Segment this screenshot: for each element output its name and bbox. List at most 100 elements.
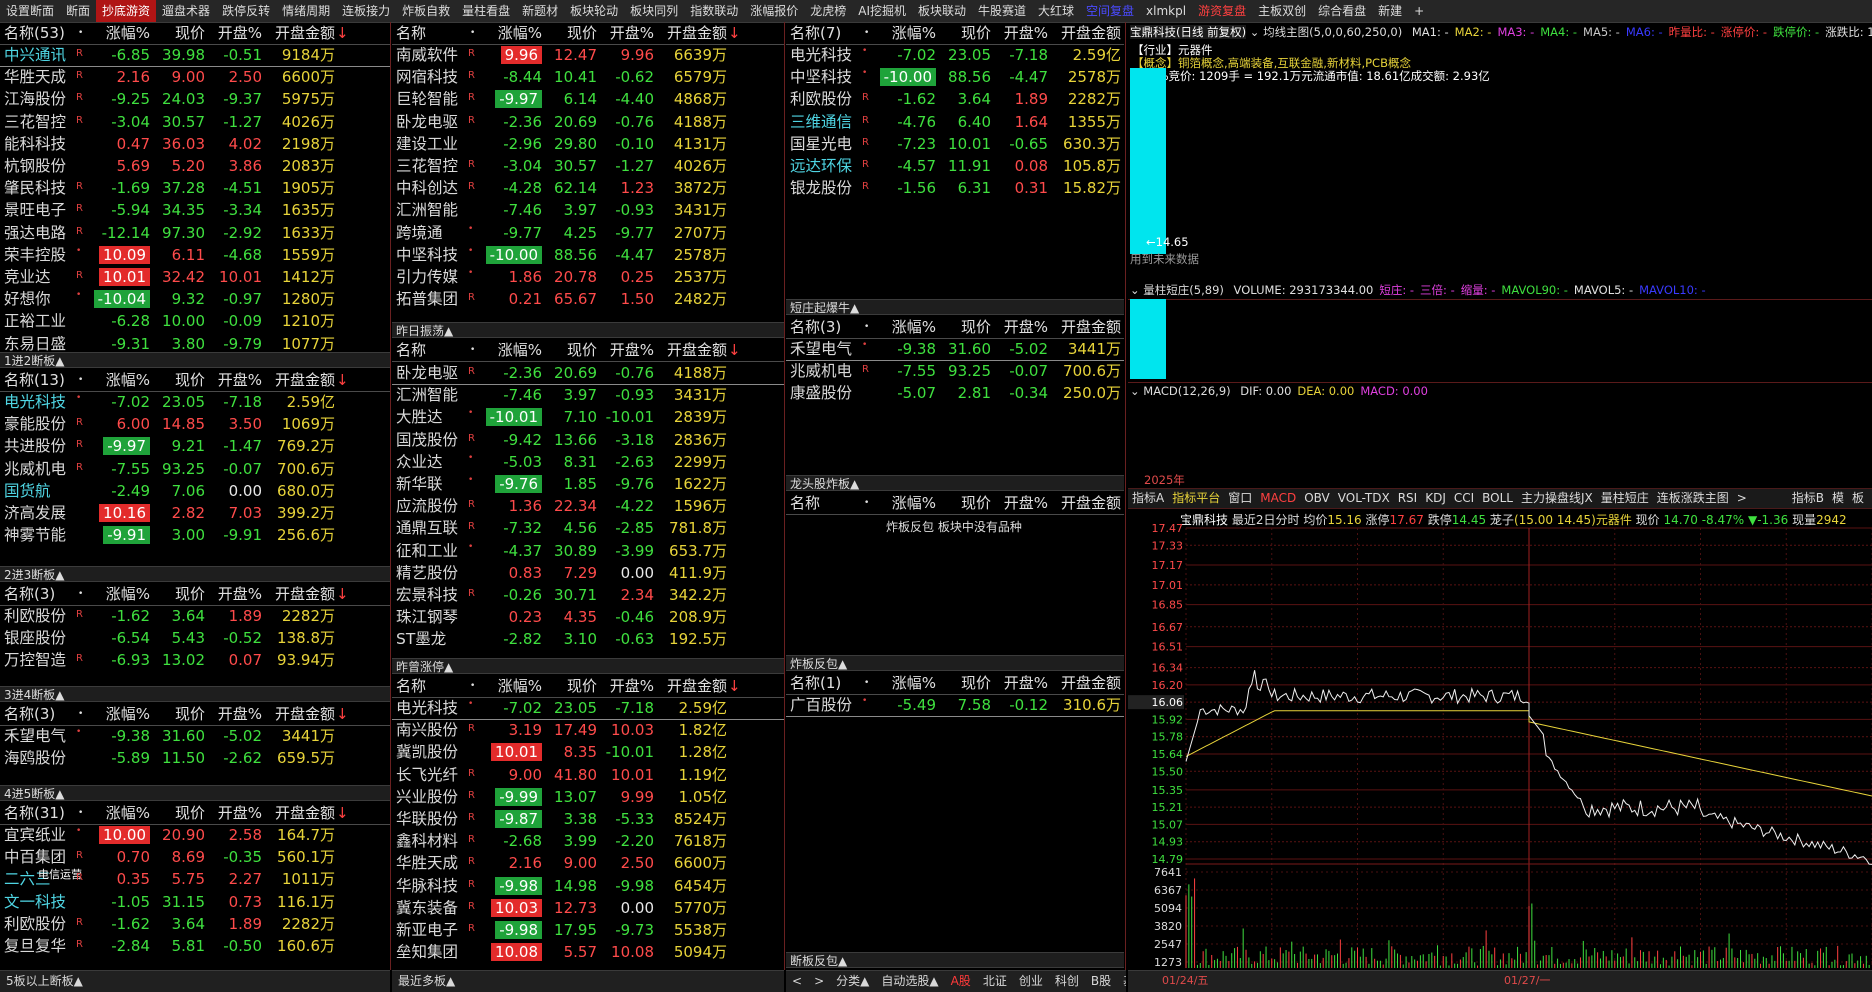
toolbar-tab[interactable]: 涨幅报价 [744, 0, 804, 22]
toolbar-tab[interactable]: 板块轮动 [564, 0, 624, 22]
kline-dropdown-icon[interactable]: ⌄ [1250, 25, 1260, 39]
stock-name[interactable]: 珠江钢琴 [396, 606, 458, 628]
table-row[interactable]: 中兴通讯 R -6.85 39.98 -0.51 9184万 [0, 44, 390, 67]
bottom-tab[interactable]: 自动选股▲ [875, 971, 944, 991]
toolbar-tab[interactable]: AI挖掘机 [852, 0, 912, 22]
table-row[interactable]: 海鸥股份 -5.89 11.50 -2.62 659.5万 [0, 747, 390, 769]
section-header[interactable]: 5板以上断板▲ [0, 971, 89, 991]
stock-name[interactable]: 国茂股份 [396, 429, 458, 451]
section-header[interactable]: 炸板反包▲ [786, 655, 1124, 671]
stock-name[interactable]: 神雾节能 [4, 524, 66, 546]
stock-name[interactable]: 华胜天成 [4, 66, 66, 88]
table-row[interactable]: 长飞光纤 R 9.00 41.80 10.01 1.19亿 [392, 764, 784, 786]
table-row[interactable]: 济高发展 10.16 2.82 7.03 399.2万 [0, 502, 390, 524]
sort-arrow-icon[interactable]: ↓ [1122, 22, 1124, 44]
table-row[interactable]: 引力传媒 • 1.86 20.78 0.25 2537万 [392, 266, 784, 288]
indicator-tab[interactable]: 指标B [1788, 489, 1828, 508]
indicator-tab[interactable]: 主力操盘线JX [1517, 489, 1597, 508]
stock-name[interactable]: 引力传媒 [396, 266, 458, 288]
header-change[interactable]: 涨幅% [484, 675, 542, 697]
stock-name[interactable]: 众业达 [396, 451, 443, 473]
toolbar-tab[interactable]: 大红球 [1032, 0, 1080, 22]
header-name[interactable]: 名称(53) [4, 22, 65, 44]
table-row[interactable]: 国茂股份 R -9.42 13.66 -3.18 2836万 [392, 429, 784, 451]
stock-name[interactable]: 华脉科技 [396, 875, 458, 897]
table-row[interactable]: 卧龙电驱 R -2.36 20.69 -0.76 4188万 [392, 111, 784, 133]
stock-name[interactable]: 肇民科技 [4, 177, 66, 199]
table-row[interactable]: 江海股份 R -9.25 24.03 -9.37 5975万 [0, 88, 390, 110]
header-amount[interactable]: 开盘金额 [1048, 672, 1121, 694]
minute-chart-svg[interactable]: 17.47 17.33 17.17 17.01 16.85 16.67 16.51 16.34… [1128, 508, 1872, 970]
table-row[interactable]: 文一科技 -1.05 31.15 0.73 116.1万 [0, 891, 390, 913]
stock-name[interactable]: 电光科技 [790, 44, 852, 66]
stock-name[interactable]: 中百集团 [4, 846, 66, 868]
toolbar-tab[interactable]: 断面 [60, 0, 96, 22]
table-row[interactable]: 新华联 • -9.76 1.85 -9.76 1622万 [392, 473, 784, 495]
header-name[interactable]: 名称(3) [4, 703, 55, 725]
indicator-tab[interactable]: 指标A [1128, 489, 1168, 508]
table-row[interactable]: 中坚科技 • -10.00 88.56 -4.47 2578万 [392, 244, 784, 266]
header-name[interactable]: 名称(31) [4, 802, 65, 824]
stock-name[interactable]: 卧龙电驱 [396, 362, 458, 384]
stock-name[interactable]: 杭钢股份 [4, 155, 66, 177]
toolbar-tab[interactable]: 综合看盘 [1312, 0, 1372, 22]
table-row[interactable]: 利欧股份 R -1.62 3.64 1.89 2282万 [0, 605, 390, 627]
table-row[interactable]: 大胜达 • -10.01 7.10 -10.01 2839万 [392, 406, 784, 428]
table-row[interactable]: 兆威机电 R -7.55 93.25 -0.07 700.6万 [786, 360, 1124, 382]
stock-name[interactable]: 中兴通讯 [4, 44, 66, 66]
stock-name[interactable]: 三花智控 [4, 111, 66, 133]
stock-name[interactable]: 应流股份 [396, 495, 458, 517]
table-row[interactable]: 杭钢股份 5.69 5.20 3.86 2083万 [0, 155, 390, 177]
header-open[interactable]: 开盘% [205, 22, 262, 44]
toolbar-tab[interactable]: 龙虎榜 [804, 0, 852, 22]
table-row[interactable]: 竞业达 R 10.01 32.42 10.01 1412万 [0, 266, 390, 288]
stock-name[interactable]: 拓普集团 [396, 288, 458, 310]
table-row[interactable]: 万控智造 R -6.93 13.02 0.07 93.94万 [0, 649, 390, 671]
stock-name[interactable]: 南兴股份 [396, 719, 458, 741]
stock-name[interactable]: 广百股份 [790, 694, 852, 716]
toolbar-tab[interactable]: 遛盘术器 [156, 0, 216, 22]
table-row[interactable]: 禾望电气 • -9.38 31.60 -5.02 3441万 [786, 338, 1124, 361]
header-price[interactable]: 现价 [150, 802, 205, 824]
table-row[interactable]: 强达电路 R -12.14 97.30 -2.92 1633万 [0, 222, 390, 244]
toolbar-tab[interactable]: 新题材 [516, 0, 564, 22]
toolbar-tab[interactable]: 游资复盘 [1192, 0, 1252, 22]
table-row[interactable]: 中科创达 R -4.28 62.14 1.23 3872万 [392, 177, 784, 199]
table-row[interactable]: 新亚电子 R -9.98 17.95 -9.73 5538万 [392, 919, 784, 941]
bottom-tab[interactable]: > [808, 971, 830, 991]
stock-name[interactable]: 荣丰控股 [4, 244, 66, 266]
section-header[interactable]: 短庄起爆牛▲ [786, 299, 1124, 315]
sort-arrow-icon[interactable]: ↓ [336, 22, 349, 44]
section-header[interactable]: 2进3断板▲ [0, 566, 390, 582]
table-row[interactable]: 神雾节能 -9.91 3.00 -9.91 256.6万 [0, 524, 390, 546]
table-row[interactable]: 电光科技 • -7.02 23.05 -7.18 2.59亿 [786, 44, 1124, 66]
header-amount[interactable]: 开盘金额 [1048, 22, 1121, 44]
header-change[interactable]: 涨幅% [92, 22, 150, 44]
header-name[interactable]: 名称(3) [790, 316, 841, 338]
stock-name[interactable]: 银龙股份 [790, 177, 852, 199]
sort-arrow-icon[interactable]: ↓ [1122, 492, 1124, 514]
bottom-tab[interactable]: 创业 [1013, 971, 1049, 991]
header-name[interactable]: 名称 [396, 22, 426, 44]
table-row[interactable]: 豪能股份 R 6.00 14.85 3.50 1069万 [0, 413, 390, 435]
stock-name[interactable]: 宏景科技 [396, 584, 458, 606]
bottom-tab[interactable]: 科创 [1049, 971, 1085, 991]
table-row[interactable]: 垒知集团 10.08 5.57 10.08 5094万 [392, 941, 784, 963]
table-row[interactable]: 精艺股份 0.83 7.29 0.00 411.9万 [392, 562, 784, 584]
table-row[interactable]: 中坚科技 • -10.00 88.56 -4.47 2578万 [786, 66, 1124, 88]
header-open[interactable]: 开盘% [597, 339, 654, 361]
stock-name[interactable]: 宜宾纸业 [4, 824, 66, 846]
header-price[interactable]: 现价 [150, 22, 205, 44]
header-price[interactable]: 现价 [936, 22, 991, 44]
table-row[interactable]: 远达环保 R -4.57 11.91 0.08 105.8万 [786, 155, 1124, 177]
stock-name[interactable]: 新亚电子 [396, 919, 458, 941]
volume-bar[interactable] [1130, 299, 1166, 379]
stock-name[interactable]: 禾望电气 [4, 725, 66, 747]
stock-name[interactable]: 精艺股份 [396, 562, 458, 584]
stock-name[interactable]: 豪能股份 [4, 413, 66, 435]
header-price[interactable]: 现价 [936, 672, 991, 694]
section-header[interactable]: 4进5断板▲ [0, 785, 390, 801]
indicator-tab[interactable]: 量柱短庄 [1597, 489, 1653, 508]
stock-name[interactable]: 长飞光纤 [396, 764, 458, 786]
indicator-tab[interactable]: VOL-TDX [1334, 489, 1394, 508]
